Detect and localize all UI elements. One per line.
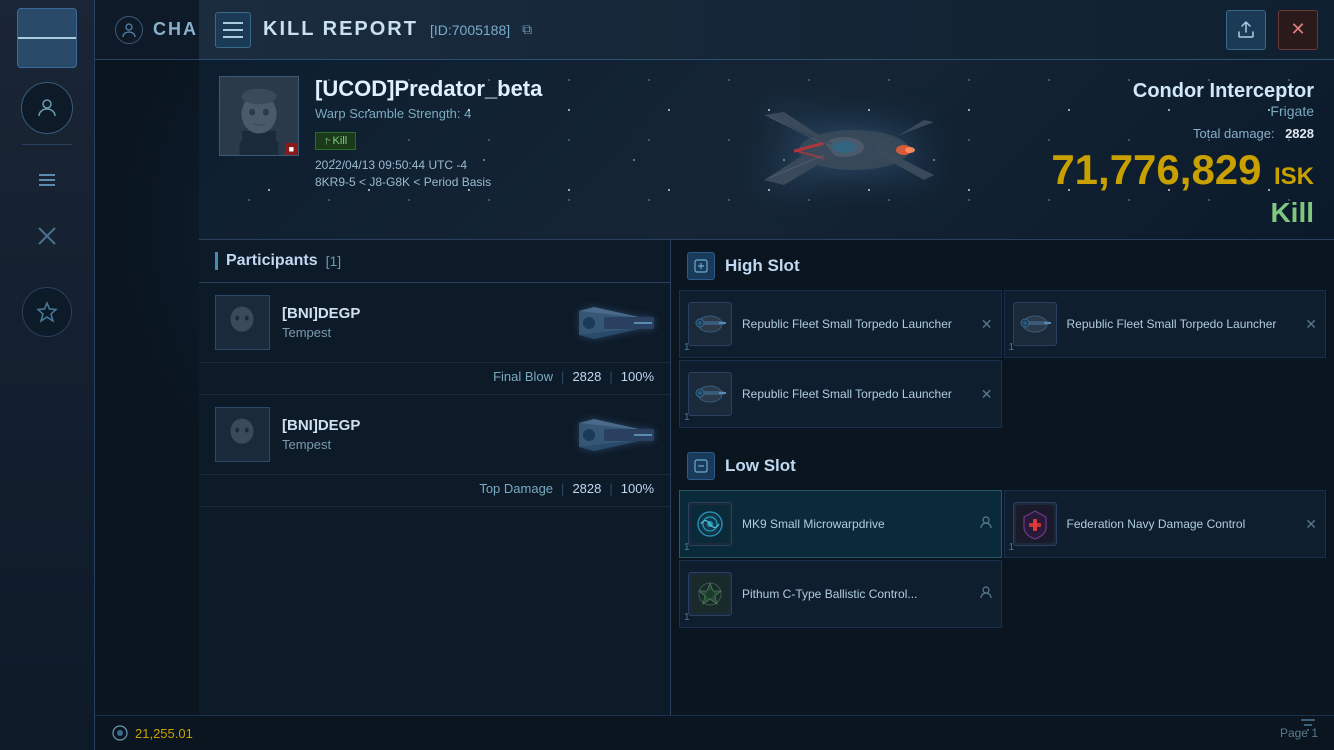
lowslot-item-1[interactable]: 1 MK9 Small Microwarpdrive	[679, 490, 1002, 558]
character-panel: ■ [UCOD]Predator_beta Warp Scramble Stre…	[199, 60, 1334, 240]
participants-bottom-row: 21,255.01 Page 1	[199, 715, 671, 750]
participant-1-ship-image	[574, 295, 654, 350]
participant-1-percent: 100%	[621, 369, 654, 384]
participant-row-1[interactable]: [BNI]DEGP Tempest	[199, 283, 670, 363]
highslot-item-3-close[interactable]: ✕	[981, 386, 993, 403]
character-avatar: ■	[219, 76, 299, 156]
lowslot-item-3-icon	[688, 572, 732, 616]
sidebar-divider-1	[22, 144, 72, 145]
highslot-icon	[687, 252, 715, 280]
participant-1-info: [BNI]DEGP Tempest	[282, 305, 574, 340]
lowslot-icon	[687, 452, 715, 480]
close-icon: ✕	[1290, 19, 1305, 40]
lowslot-item-1-person[interactable]	[979, 516, 993, 533]
participant-2-stats: Top Damage | 2828 | 100%	[199, 475, 670, 507]
filter-icon[interactable]	[1298, 715, 1318, 740]
participant-2-ship-image	[574, 407, 654, 462]
participant-1-avatar	[215, 295, 270, 350]
lowslot-header: Low Slot	[671, 440, 1334, 490]
total-damage-label: Total damage:	[1193, 126, 1275, 141]
killreport-title: KILL REPORT	[263, 18, 418, 41]
participant-1-stats: Final Blow | 2828 | 100%	[199, 363, 670, 395]
sidebar-item-favorites[interactable]	[17, 287, 77, 337]
participant-2-ship: Tempest	[282, 437, 574, 452]
participants-title: Participants	[226, 252, 318, 270]
highslot-item-3[interactable]: 1 Republic Fleet Small Torpedo Launcher …	[679, 360, 1002, 428]
highslot-grid: 1 Republic Fleet Small Torpedo Launcher …	[671, 290, 1334, 436]
kill-stats: Condor Interceptor Frigate Total damage:…	[1051, 80, 1314, 229]
lowslot-grid: 1 MK9 Small Microwarpdrive	[671, 490, 1334, 636]
victim-ship-type: Frigate	[1051, 103, 1314, 119]
isk-value: 71,776,829	[1051, 146, 1261, 193]
sidebar-item-combat[interactable]	[17, 211, 77, 261]
participant-1-name: [BNI]DEGP	[282, 305, 574, 322]
lowslot-item-1-name: MK9 Small Microwarpdrive	[742, 516, 969, 533]
highslot-item-3-name: Republic Fleet Small Torpedo Launcher	[742, 386, 971, 403]
participants-panel: Participants [1] [BNI]DEGP Tempest	[199, 240, 671, 750]
lowslot-item-3-name: Pithum C-Type Ballistic Control...	[742, 586, 969, 603]
lowslot-item-3-person[interactable]	[979, 586, 993, 603]
kill-badge: ■	[285, 143, 298, 155]
export-button[interactable]	[1226, 10, 1266, 50]
killreport-header: KILL REPORT [ID:7005188] ⧉ ✕	[199, 0, 1334, 60]
participants-count: [1]	[326, 253, 342, 269]
highslot-item-1[interactable]: 1 Republic Fleet Small Torpedo Launcher …	[679, 290, 1002, 358]
sidebar	[0, 0, 95, 750]
participant-1-damage: 2828	[572, 369, 601, 384]
isk-unit: ISK	[1274, 163, 1314, 190]
participant-2-damage: 2828	[572, 481, 601, 496]
copy-icon[interactable]: ⧉	[522, 21, 532, 38]
highslot-item-1-icon	[688, 302, 732, 346]
lowslot-item-2-icon	[1013, 502, 1057, 546]
bottom-panels: Participants [1] [BNI]DEGP Tempest	[199, 240, 1334, 750]
killreport-menu-button[interactable]	[215, 12, 251, 48]
equipment-panel: High Slot 1	[671, 240, 1334, 750]
participant-1-ship: Tempest	[282, 325, 574, 340]
ship-area	[714, 60, 994, 239]
total-damage-value: 2828	[1285, 126, 1314, 141]
close-button[interactable]: ✕	[1278, 10, 1318, 50]
highslot-header: High Slot	[671, 240, 1334, 290]
header-accent-bar	[215, 252, 218, 270]
sidebar-menu-button[interactable]	[17, 8, 77, 68]
participant-2-blow-type: Top Damage	[479, 481, 553, 496]
lowslot-title: Low Slot	[725, 456, 796, 476]
lowslot-item-2-name: Federation Navy Damage Control	[1067, 516, 1296, 533]
lowslot-item-2-close[interactable]: ✕	[1305, 516, 1317, 533]
highslot-item-3-icon	[688, 372, 732, 416]
highslot-item-1-close[interactable]: ✕	[981, 316, 993, 333]
sidebar-item-menu[interactable]	[17, 155, 77, 205]
highslot-item-2-name: Republic Fleet Small Torpedo Launcher	[1067, 316, 1296, 333]
lowslot-item-2[interactable]: 1 Federation Navy Dama	[1004, 490, 1327, 558]
participant-1-blow-type: Final Blow	[493, 369, 553, 384]
victim-ship-name: Condor Interceptor	[1051, 80, 1314, 103]
participants-header: Participants [1]	[199, 240, 670, 283]
killreport-id: [ID:7005188]	[430, 22, 510, 38]
main-content: KILL REPORT [ID:7005188] ⧉ ✕	[95, 0, 1334, 750]
participant-2-percent: 100%	[621, 481, 654, 496]
participant-row-2[interactable]: [BNI]DEGP Tempest	[199, 395, 670, 475]
participant-2-info: [BNI]DEGP Tempest	[282, 417, 574, 452]
highslot-item-2-icon	[1013, 302, 1057, 346]
kill-type: Kill	[1051, 197, 1314, 229]
highslot-item-2-close[interactable]: ✕	[1305, 316, 1317, 333]
participant-2-name: [BNI]DEGP	[282, 417, 574, 434]
sidebar-character-icon[interactable]	[21, 82, 73, 134]
participant-2-avatar	[215, 407, 270, 462]
lowslot-item-1-icon	[688, 502, 732, 546]
highslot-item-1-name: Republic Fleet Small Torpedo Launcher	[742, 316, 971, 333]
highslot-item-2[interactable]: 1 Republic Fleet Small Torpedo Launcher …	[1004, 290, 1327, 358]
highslot-title: High Slot	[725, 256, 800, 276]
lowslot-item-3[interactable]: 1 Pithum C-Type Ballistic Control...	[679, 560, 1002, 628]
